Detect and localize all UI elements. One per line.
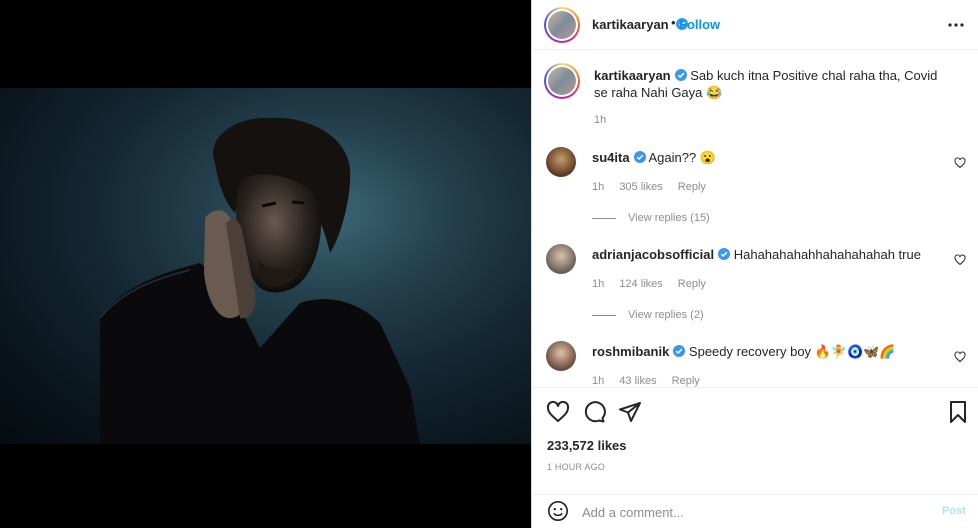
- caption-author-username[interactable]: kartikaaryan: [594, 68, 671, 83]
- verified-badge-icon: [633, 151, 646, 163]
- view-replies-label: View replies (2): [628, 309, 704, 321]
- follow-button[interactable]: Follow: [679, 17, 720, 32]
- verified-badge-icon: [673, 345, 686, 357]
- comments-list[interactable]: kartikaaryan Sab kuch itna Positive chal…: [532, 51, 978, 387]
- view-replies-label: View replies (15): [628, 212, 710, 224]
- follow-separator: •: [671, 15, 676, 30]
- caption-meta: 1h: [594, 114, 618, 126]
- verified-badge-icon: [718, 248, 731, 260]
- paper-plane-icon[interactable]: [618, 400, 642, 424]
- replies-divider: [592, 314, 616, 316]
- view-replies-button[interactable]: View replies (2): [592, 309, 704, 321]
- comment-meta: 1h 43 likes Reply: [592, 375, 712, 387]
- post-caption: kartikaaryan Sab kuch itna Positive chal…: [544, 51, 966, 131]
- comment-likes-count[interactable]: 305 likes: [619, 181, 662, 193]
- verified-badge-icon: [674, 69, 687, 81]
- comment-like-heart-icon[interactable]: [954, 157, 966, 169]
- comment-likes-count[interactable]: 43 likes: [619, 375, 656, 387]
- reply-button[interactable]: Reply: [678, 278, 706, 290]
- comment-meta: 1h 124 likes Reply: [592, 278, 718, 290]
- post-actions-section: 233,572 likes 1 HOUR AGO: [532, 387, 978, 494]
- post-details-panel: kartikaaryan • Follow kartikaaryan Sab k…: [531, 0, 978, 528]
- comment-item: su4ita Again?? 😮 1h 305 likes Reply View…: [546, 147, 966, 227]
- smiley-icon[interactable]: [547, 500, 569, 522]
- reply-button[interactable]: Reply: [672, 375, 700, 387]
- author-username[interactable]: kartikaaryan: [592, 17, 669, 32]
- comment-username[interactable]: roshmibanik: [592, 344, 669, 359]
- more-horizontal-icon[interactable]: [946, 16, 966, 34]
- comment-text-block: roshmibanik Speedy recovery boy 🔥🧚🧿🦋🌈: [592, 343, 942, 360]
- comment-text: Again?? 😮: [648, 150, 716, 165]
- post-photo[interactable]: [0, 88, 531, 444]
- comment-icon[interactable]: [582, 400, 606, 424]
- comment-likes-count[interactable]: 124 likes: [619, 278, 662, 290]
- comment-like-heart-icon[interactable]: [954, 351, 966, 363]
- replies-divider: [592, 217, 616, 219]
- caption-author-avatar[interactable]: [544, 63, 580, 99]
- post-header: kartikaaryan • Follow: [532, 0, 978, 50]
- comment-time: 1h: [592, 375, 605, 387]
- post-media[interactable]: [0, 0, 531, 528]
- likes-count[interactable]: 233,572 likes: [547, 438, 627, 453]
- comment-time: 1h: [592, 278, 605, 290]
- comment-time: 1h: [592, 181, 605, 193]
- comment-username[interactable]: adrianjacobsofficial: [592, 247, 714, 262]
- add-comment-bar: Post: [532, 494, 978, 528]
- comment-text: Speedy recovery boy 🔥🧚🧿🦋🌈: [688, 344, 896, 359]
- comment-avatar[interactable]: [546, 147, 576, 177]
- reply-button[interactable]: Reply: [678, 181, 706, 193]
- portrait-illustration: [99, 117, 420, 444]
- author-avatar[interactable]: [544, 7, 580, 43]
- caption-text-block: kartikaaryan Sab kuch itna Positive chal…: [594, 67, 944, 101]
- comment-username[interactable]: su4ita: [592, 150, 630, 165]
- comment-input[interactable]: [582, 502, 922, 522]
- post-comment-button[interactable]: Post: [942, 505, 966, 517]
- comment-item: adrianjacobsofficial Hahahahahahhahahaha…: [546, 244, 966, 324]
- comment-avatar[interactable]: [546, 244, 576, 274]
- comment-text-block: adrianjacobsofficial Hahahahahahhahahaha…: [592, 246, 942, 263]
- caption-time: 1h: [594, 114, 607, 126]
- heart-icon[interactable]: [546, 400, 570, 424]
- comment-text-block: su4ita Again?? 😮: [592, 149, 942, 166]
- view-replies-button[interactable]: View replies (15): [592, 212, 710, 224]
- bookmark-icon[interactable]: [946, 400, 970, 424]
- post-timestamp[interactable]: 1 HOUR AGO: [547, 462, 605, 472]
- comment-text: Hahahahahahhahahahahah true: [733, 247, 921, 262]
- comment-meta: 1h 305 likes Reply: [592, 181, 718, 193]
- comment-item: roshmibanik Speedy recovery boy 🔥🧚🧿🦋🌈 1h…: [546, 341, 966, 387]
- comment-avatar[interactable]: [546, 341, 576, 371]
- comment-like-heart-icon[interactable]: [954, 254, 966, 266]
